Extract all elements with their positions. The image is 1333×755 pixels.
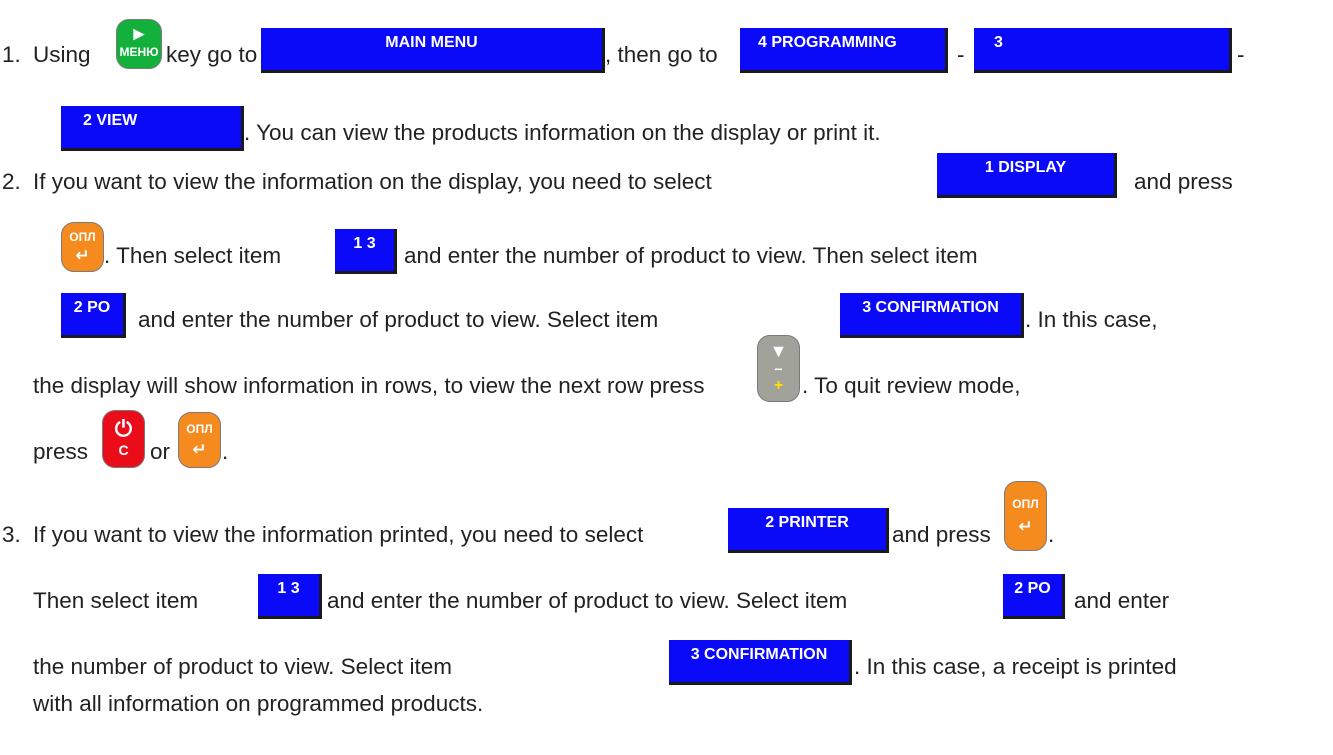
step-text: . To quit review mode, (802, 372, 1021, 398)
step-text: . Then select item (104, 242, 282, 268)
key-label: C (118, 442, 129, 458)
line-3: 2. If you want to view the information o… (0, 153, 1333, 198)
step-text: . You can view the products information … (244, 119, 881, 145)
step-text: or (150, 438, 171, 464)
enter-arrow-icon: ↵ (75, 246, 90, 265)
step-text: If you want to view the information on t… (33, 168, 712, 194)
line-9: Then select item 1 3 and enter the numbe… (0, 574, 1333, 619)
opl-key-icon: ОПЛ ↵ (178, 412, 221, 468)
step-text: press (33, 438, 89, 464)
line-1: 1. Using ► МЕНЮ key go to MAIN MENU , th… (0, 19, 1333, 73)
step-text: and enter the number of product to view.… (404, 242, 978, 268)
enter-arrow-icon: ↵ (1018, 517, 1033, 536)
screen-po: 2 PO (61, 293, 126, 338)
step-text: and enter the number of product to view.… (327, 587, 848, 613)
step-text: and press (892, 521, 991, 547)
line-5: 2 PO and enter the number of product to … (0, 293, 1333, 338)
screen-programming: 4 PROGRAMMING (740, 28, 948, 73)
cancel-key-icon: ⏻ C (102, 410, 145, 468)
screen-item-13: 1 3 (258, 574, 322, 619)
step-text: key go to (166, 41, 258, 67)
step-text: - (957, 41, 965, 67)
step-text: , then go to (605, 41, 718, 67)
opl-key-icon: ОПЛ ↵ (61, 222, 104, 272)
step-text: Then select item (33, 587, 199, 613)
step-text: . (222, 438, 229, 464)
enter-arrow-icon: ↵ (192, 440, 207, 459)
step-text: and enter the number of product to view.… (138, 306, 659, 332)
screen-confirmation: 3 CONFIRMATION (669, 640, 852, 685)
step-text: . (1048, 521, 1055, 547)
step-text: . In this case, (1025, 306, 1158, 332)
key-label: ОПЛ (1012, 497, 1039, 511)
step-number: 3. (2, 521, 21, 547)
plus-icon: + (773, 377, 784, 394)
step-text: and enter (1074, 587, 1170, 613)
line-10: the number of product to view. Select it… (0, 640, 1333, 685)
step-number: 1. (2, 41, 21, 67)
screen-display: 1 DISPLAY (937, 153, 1117, 198)
screen-item-13: 1 3 (335, 229, 397, 274)
line-6: the display will show information in row… (0, 335, 1333, 402)
screen-po: 2 PO (1003, 574, 1065, 619)
screen-item-3: 3 (974, 28, 1232, 73)
line-2: 2 VIEW . You can view the products infor… (0, 106, 1333, 151)
key-label: ОПЛ (186, 422, 213, 436)
step-text: and press (1134, 168, 1233, 194)
screen-confirmation: 3 CONFIRMATION (840, 293, 1024, 338)
step-text: Using (33, 41, 91, 67)
power-icon: ⏻ (114, 416, 133, 441)
line-7: press ⏻ C or ОПЛ ↵ . (0, 410, 1333, 468)
down-arrow-icon: ▼ (769, 341, 788, 361)
line-8: 3. If you want to view the information p… (0, 481, 1333, 553)
step-text: with all information on programmed produ… (33, 690, 484, 716)
key-label: ОПЛ (69, 230, 96, 244)
step-text: the display will show information in row… (33, 372, 705, 398)
line-4: ОПЛ ↵ . Then select item 1 3 and enter t… (0, 222, 1333, 274)
step-text: - (1237, 41, 1245, 67)
opl-key-icon: ОПЛ ↵ (1004, 481, 1047, 551)
menu-key-icon: ► МЕНЮ (116, 19, 162, 69)
step-number: 2. (2, 168, 21, 194)
key-label: МЕНЮ (119, 45, 159, 59)
step-text: If you want to view the information prin… (33, 521, 644, 547)
screen-printer: 2 PRINTER (728, 508, 889, 553)
screen-main-menu: MAIN MENU (261, 28, 605, 73)
down-plus-key-icon: ▼ − + (757, 335, 800, 402)
play-arrow-icon: ► (129, 24, 149, 45)
step-text: . In this case, a receipt is printed (854, 653, 1177, 679)
screen-view: 2 VIEW (61, 106, 244, 151)
step-text: the number of product to view. Select it… (33, 653, 452, 679)
minus-icon: − (774, 361, 783, 377)
line-11: with all information on programmed produ… (0, 692, 1333, 715)
